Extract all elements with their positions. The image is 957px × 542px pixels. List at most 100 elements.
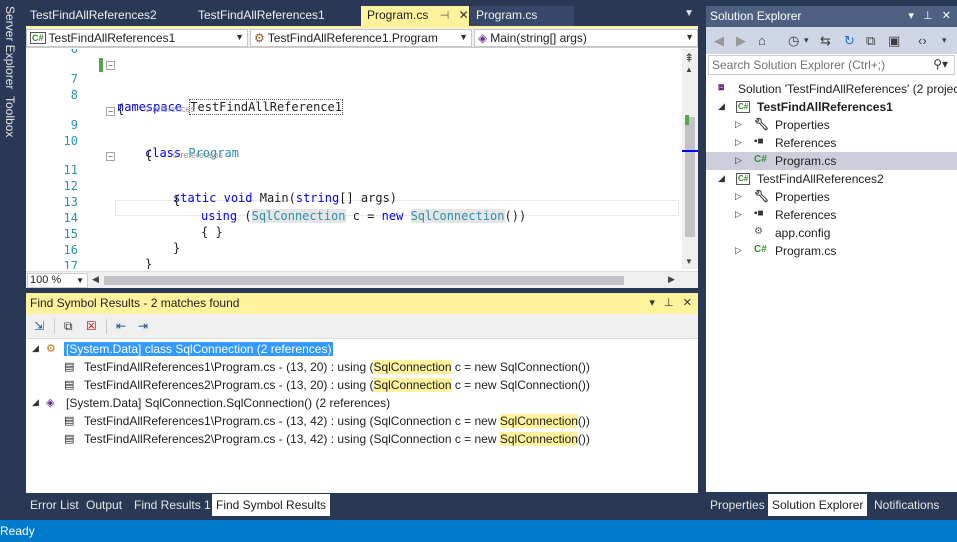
code-line: 8 { [26,74,682,116]
window-menu-icon[interactable]: ▾ [908,10,914,22]
pin-icon[interactable]: ⊥ [923,10,933,22]
collapse-toggle-icon[interactable]: − [106,61,115,70]
tab-label: Program.cs [476,8,538,22]
tree-item-references[interactable]: ▷ ▪■ References [706,134,957,152]
result-group-header[interactable]: ◢ ◈ [System.Data] SqlConnection.SqlConne… [26,394,698,412]
tab-program-cs-preview[interactable]: Program.cs [470,6,574,26]
tree-item-solution[interactable]: ⧈ Solution 'TestFindAllReferences' (2 pr… [706,80,957,98]
clear-all-icon[interactable]: ☒ [86,319,97,333]
class-dropdown-value: TestFindAllReference1.Program [267,31,438,45]
codelens-line: 0 references [26,136,682,160]
tab-solution-explorer[interactable]: Solution Explorer [768,494,868,516]
tree-item-properties[interactable]: ▷ 🔧︎ Properties [706,116,957,134]
collapse-arrow-icon[interactable]: ◢ [718,173,725,184]
back-icon[interactable]: ◀ [714,33,724,49]
expand-arrow-icon[interactable]: ▷ [735,191,742,202]
next-location-icon[interactable]: ⇥ [138,319,148,333]
server-explorer-tab[interactable]: Server Explorer [3,6,17,89]
result-item[interactable]: ▤ TestFindAllReferences1\Program.cs - (1… [26,412,698,430]
tree-item-project1[interactable]: ◢ C# TestFindAllReferences1 [706,98,957,116]
tree-item-label: TestFindAllReferences2 [757,172,884,186]
chevron-down-icon: ▼ [235,32,244,42]
class-dropdown[interactable]: ⚙ TestFindAllReference1.Program ▼ [250,29,472,47]
tab-find-results-1[interactable]: Find Results 1 [130,494,215,516]
expand-arrow-icon[interactable]: ▷ [735,245,742,256]
close-icon[interactable]: ✕ [683,297,692,309]
result-group-header[interactable]: ◢ ⚙ [System.Data] class SqlConnection (2… [26,340,698,358]
status-text: Ready [0,524,35,538]
scroll-thumb[interactable] [685,117,695,237]
tab-dropdown-icon[interactable]: ▼ [684,8,694,19]
zoom-dropdown[interactable]: 100 % ▼ [27,273,88,288]
zoom-value: 100 % [30,274,62,286]
tab-label: Error List [30,498,79,512]
tab-properties[interactable]: Properties [706,494,769,516]
tab-error-list[interactable]: Error List [26,494,83,516]
chevron-down-icon[interactable]: ▾ [942,35,947,46]
csharp-file-icon: C# [754,244,767,255]
tab-testfindallreferences2[interactable]: TestFindAllReferences2 [24,6,163,26]
pin-icon[interactable]: ⊥ [664,297,674,309]
expand-arrow-icon[interactable]: ▷ [735,137,742,148]
tree-item-project2[interactable]: ◢ C# TestFindAllReferences2 [706,170,957,188]
project-dropdown[interactable]: C# TestFindAllReferences1 ▼ [26,29,248,47]
tree-item-properties[interactable]: ▷ 🔧︎ Properties [706,188,957,206]
panel-title: Find Symbol Results - 2 matches found [30,296,240,310]
csharp-project-icon: C# [736,173,751,185]
horizontal-scroll-thumb[interactable] [104,276,624,285]
window-menu-icon[interactable]: ▾ [649,297,655,309]
expand-arrow-icon[interactable]: ▷ [735,209,742,220]
scroll-right-icon[interactable]: ▶ [668,274,675,285]
change-marker [685,115,689,125]
chevron-down-icon[interactable]: ▾ [804,35,809,46]
copy-icon[interactable]: ⧉ [64,319,73,334]
tab-program-cs-active[interactable]: Program.cs ⊣ ✕ [361,6,469,26]
code-file-icon: ▤ [64,415,75,427]
collapse-toggle-icon[interactable]: − [106,107,115,116]
close-icon[interactable]: ✕ [459,8,469,22]
forward-icon[interactable]: ▶ [736,33,746,49]
collapse-toggle-icon[interactable]: − [106,152,115,161]
tree-item-program-cs[interactable]: ▷ C# Program.cs [706,242,957,260]
collapse-arrow-icon[interactable]: ◢ [32,397,39,408]
result-item[interactable]: ▤ TestFindAllReferences2\Program.cs - (1… [26,430,698,448]
tree-item-label: References [775,136,837,150]
home-icon[interactable]: ⌂ [758,33,766,48]
tree-item-references[interactable]: ▷ ▪■ References [706,206,957,224]
collapse-arrow-icon[interactable]: ◢ [32,343,39,354]
vertical-scrollbar[interactable]: ⇞ ▲ ▼ [682,49,698,269]
scroll-up-icon[interactable]: ▲ [685,65,693,74]
tab-testfindallreferences1[interactable]: TestFindAllReferences1 [192,6,331,26]
toolbox-tab[interactable]: Toolbox [3,96,17,137]
chevron-down-icon: ▼ [76,276,84,285]
go-to-location-icon[interactable]: ⇲ [34,319,44,333]
tab-find-symbol-results[interactable]: Find Symbol Results [212,494,331,516]
view-code-icon[interactable]: ‹› [918,33,927,48]
collapse-all-icon[interactable]: ⧉ [866,33,875,49]
collapse-arrow-icon[interactable]: ◢ [718,101,725,112]
code-area[interactable]: 6 7 − namespace TestFindAllReference1 8 … [26,49,682,269]
tab-output[interactable]: Output [82,494,126,516]
close-icon[interactable]: ✕ [942,10,951,22]
tree-item-app-config[interactable]: ⚙ app.config [706,224,957,242]
result-item[interactable]: ▤ TestFindAllReferences2\Program.cs - (1… [26,376,698,394]
expand-arrow-icon[interactable]: ▷ [735,155,742,166]
result-item[interactable]: ▤ TestFindAllReferences1\Program.cs - (1… [26,358,698,376]
tree-item-label: Properties [775,190,830,204]
sync-icon[interactable]: ⇆ [820,33,831,49]
show-all-files-icon[interactable]: ▣ [888,33,900,49]
solution-search-input[interactable]: Search Solution Explorer (Ctrl+;) ⚲▾ [708,55,955,75]
tab-notifications[interactable]: Notifications [870,494,943,516]
scroll-down-icon[interactable]: ▼ [685,257,693,266]
refresh-icon[interactable]: ↻ [844,33,855,49]
member-dropdown[interactable]: ◈ Main(string[] args) ▼ [474,29,698,47]
code-editor[interactable]: C# TestFindAllReferences1 ▼ ⚙ TestFindAllRe… [26,26,698,288]
previous-location-icon[interactable]: ⇤ [116,319,126,333]
split-icon[interactable]: ⇞ [684,51,694,65]
history-icon[interactable]: ◷ [788,33,799,49]
pin-icon[interactable]: ⊣ [440,9,450,22]
search-icon[interactable]: ⚲▾ [933,57,948,71]
tree-item-program-cs-selected[interactable]: ▷ C# Program.cs [706,152,957,170]
expand-arrow-icon[interactable]: ▷ [735,119,742,130]
scroll-left-icon[interactable]: ◀ [92,274,99,285]
